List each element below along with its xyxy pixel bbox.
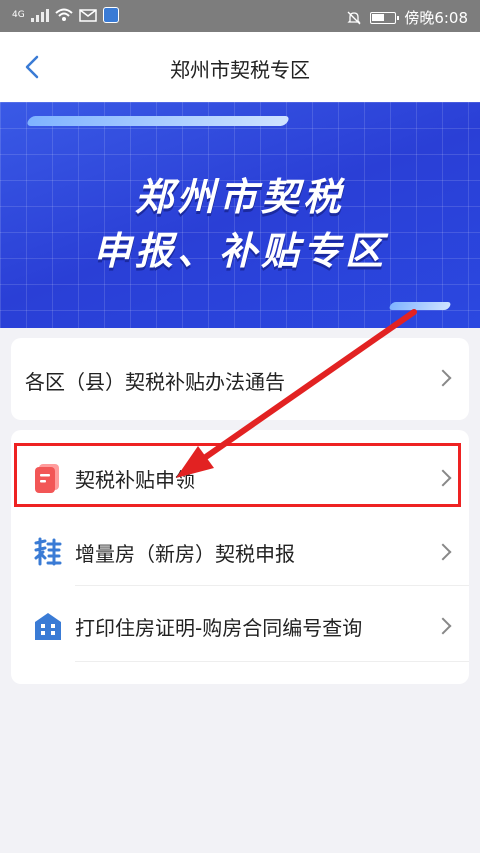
- banner-title-line2: 申报、补贴专区: [92, 229, 387, 273]
- nav-bar: 郑州市契税专区: [0, 32, 480, 102]
- building-icon: [35, 613, 61, 640]
- wifi-icon: [55, 8, 73, 21]
- notice-label: 各区（县）契税补贴办法通告: [25, 370, 285, 394]
- notice-item[interactable]: 各区（县）契税补贴办法通告: [11, 342, 469, 416]
- highlight-box: [14, 443, 461, 507]
- mail-icon: [78, 8, 97, 22]
- menu-item-label: 打印住房证明-购房合同编号查询: [75, 616, 363, 640]
- menu-item-new-house-declare[interactable]: 增量房（新房）契税申报: [11, 516, 469, 590]
- chevron-right-icon: [434, 369, 452, 387]
- signal-icon: [30, 8, 49, 22]
- battery-icon: [370, 11, 400, 24]
- chevron-right-icon: [434, 617, 452, 635]
- banner-title-line1: 郑州市契税: [134, 175, 345, 219]
- notice-card: 各区（县）契税补贴办法通告: [11, 338, 469, 420]
- mute-icon: [347, 11, 361, 24]
- chevron-right-icon: [434, 543, 452, 561]
- network-label: 4G: [12, 10, 25, 20]
- menu-item-print-certificate[interactable]: 打印住房证明-购房合同编号查询: [11, 590, 469, 664]
- banner: 郑州市契税 申报、补贴专区: [0, 102, 480, 328]
- banner-stripe-small: [388, 302, 452, 310]
- page-title: 郑州市契税专区: [170, 58, 310, 82]
- menu-item-label: 增量房（新房）契税申报: [75, 542, 295, 566]
- status-bar: 4G 傍晚6:08: [0, 0, 480, 32]
- banner-stripe: [25, 116, 291, 126]
- tax-icon: [34, 537, 62, 566]
- shield-icon: [102, 7, 119, 23]
- status-time: 傍晚6:08: [404, 9, 468, 27]
